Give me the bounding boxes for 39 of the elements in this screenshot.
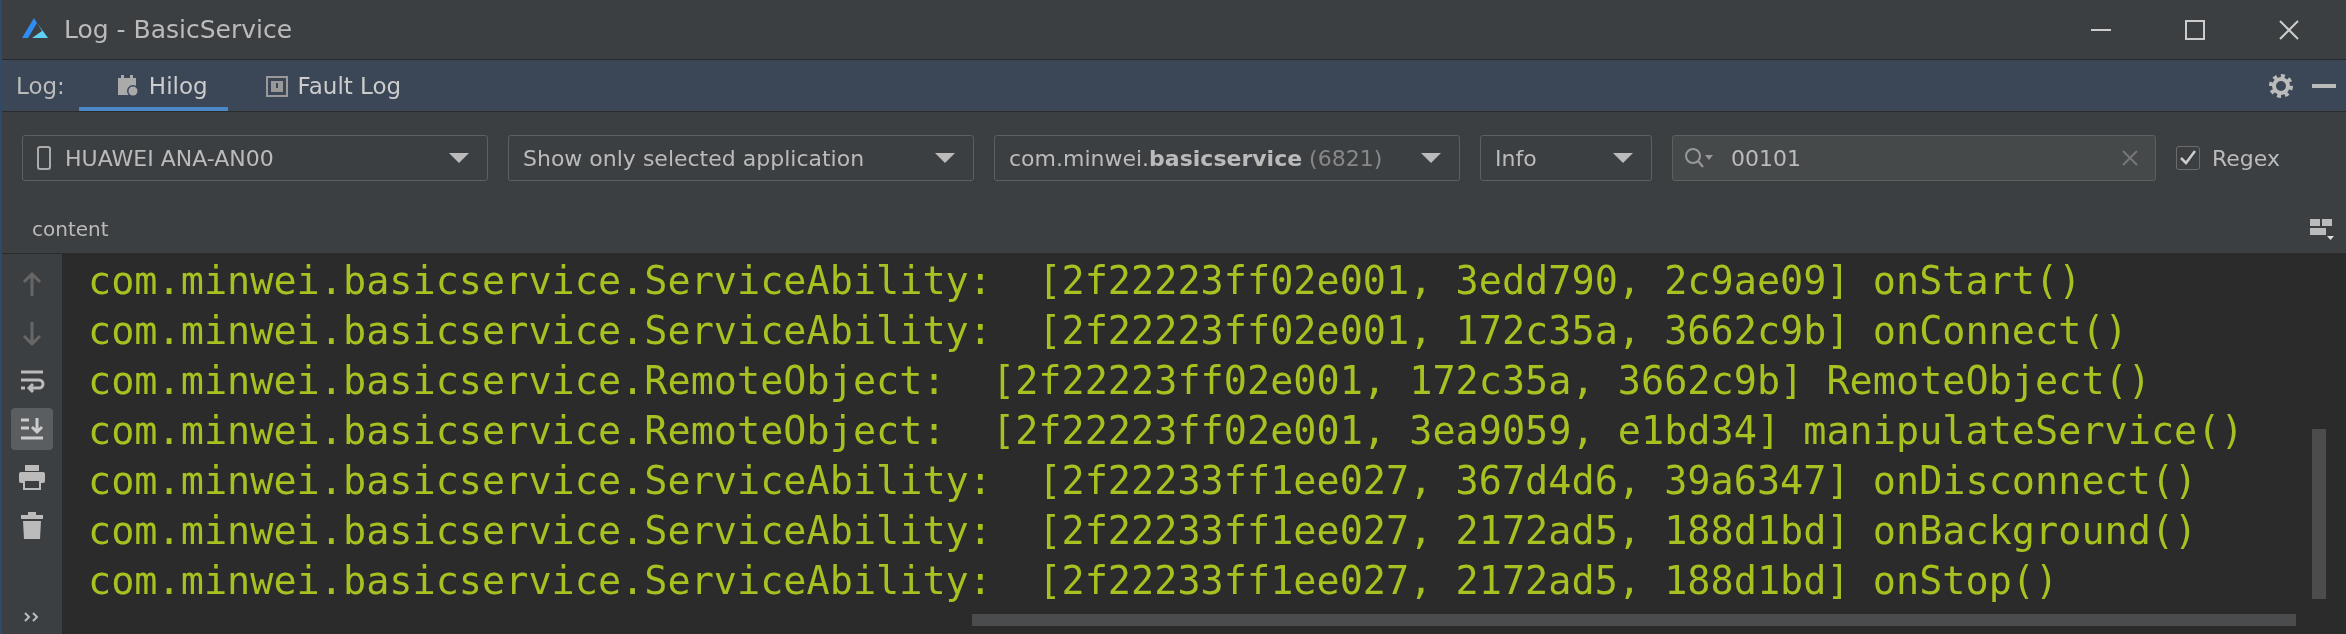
log-line: com.minwei.basicservice.ServiceAbility: [2f22233ff1ee027, 367d4d6, 39a6347] onDisconnect() [88, 457, 2198, 505]
log-label: Log: [16, 72, 65, 99]
settings-icon[interactable] [2268, 72, 2294, 99]
caret-icon [1421, 153, 1441, 163]
log-line: com.minwei.basicservice.RemoteObject: [2f22223ff02e001, 3ea9059, e1bd34] manipulateService() [88, 407, 2244, 455]
log-line: com.minwei.basicservice.ServiceAbility: [2f22233ff1ee027, 2172ad5, 188d1bd] onStop() [88, 557, 2059, 605]
checkbox-box[interactable] [2176, 146, 2200, 170]
print-icon[interactable] [18, 464, 46, 490]
scroll-to-end-icon [19, 416, 45, 442]
package-dropdown[interactable]: com.minwei.basicservice (6821) [994, 135, 1460, 181]
caret-icon [1613, 153, 1633, 163]
horizontal-scrollbar[interactable] [972, 614, 2296, 626]
scroll-to-end-button[interactable] [11, 408, 53, 450]
window-title: Log - BasicService [64, 15, 293, 44]
search-icon [1683, 146, 1715, 170]
log-line: com.minwei.basicservice.ServiceAbility: [2f22223ff02e001, 3edd790, 2c9ae09] onStart() [88, 257, 2082, 305]
log-line: com.minwei.basicservice.RemoteObject: [2f22223ff02e001, 172c35a, 3662c9b] RemoteObject() [88, 357, 2151, 405]
log-tab[interactable]: Hilog [78, 60, 228, 111]
caret-icon [935, 153, 955, 163]
regex-checkbox[interactable]: Regex [2176, 145, 2280, 171]
calendar-clock-icon [116, 74, 139, 97]
log-tab[interactable]: Fault Log [227, 60, 422, 111]
trash-icon[interactable] [21, 512, 43, 540]
scope-dropdown[interactable]: Show only selected application [508, 135, 974, 181]
close-icon[interactable] [2278, 18, 2300, 41]
minimize-panel-icon[interactable] [2312, 83, 2336, 88]
log-line: com.minwei.basicservice.ServiceAbility: [2f22233ff1ee027, 2172ad5, 188d1bd] onBackground() [88, 507, 2198, 555]
more-icon[interactable] [23, 610, 41, 624]
soft-wrap-icon[interactable] [19, 368, 45, 394]
caret-icon [449, 153, 469, 163]
log-line: com.minwei.basicservice.ServiceAbility: [2f22223ff02e001, 172c35a, 3662c9b] onConnect() [88, 307, 2128, 355]
device-dropdown[interactable]: HUAWEI ANA-AN00 [22, 135, 488, 181]
column-header: content [32, 216, 109, 241]
level-dropdown[interactable]: Info [1480, 135, 1652, 181]
layout-menu-icon[interactable] [2310, 216, 2334, 241]
maximize-icon[interactable] [2184, 18, 2206, 41]
search-field[interactable]: 00101 [1672, 135, 2156, 181]
phone-icon [37, 146, 51, 170]
alert-box-icon [265, 74, 288, 97]
